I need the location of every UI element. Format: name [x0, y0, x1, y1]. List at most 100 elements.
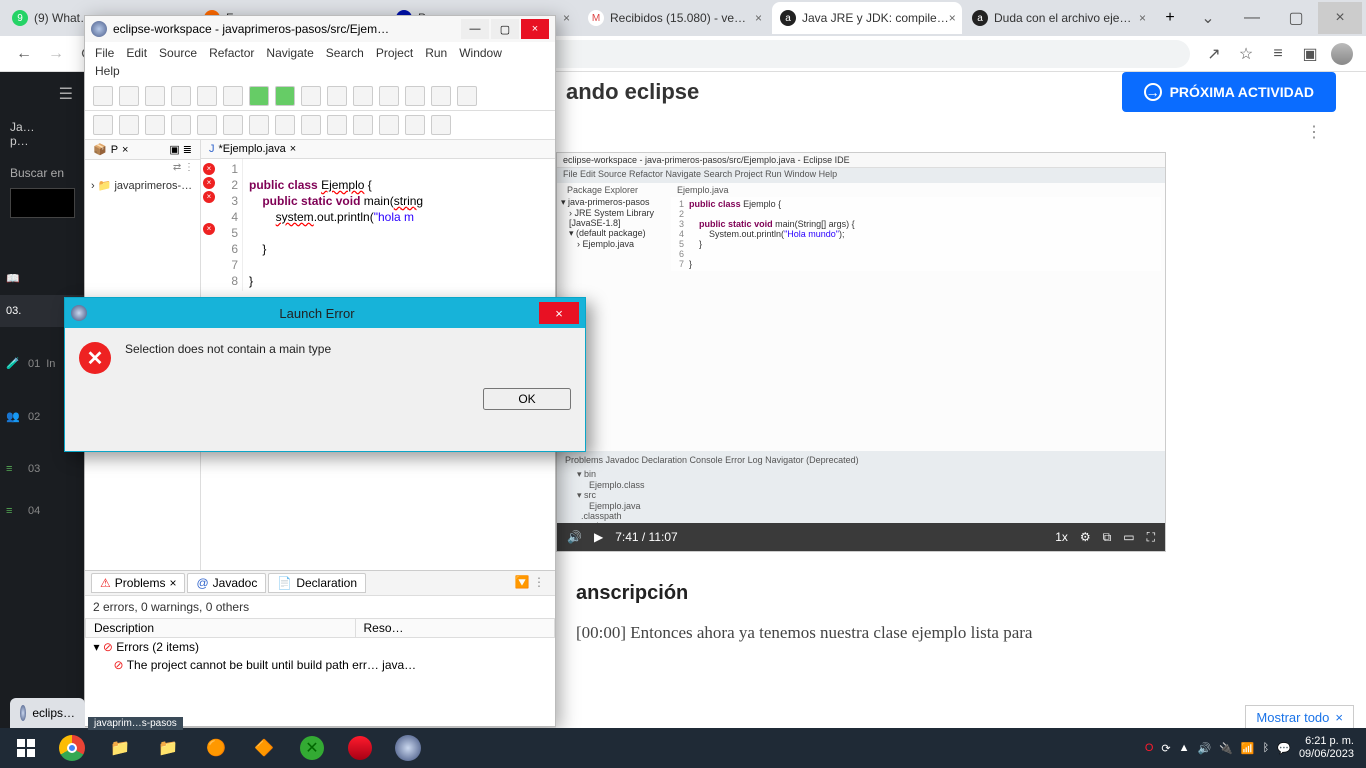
tray-opera-icon[interactable]: O — [1145, 742, 1154, 754]
sidebar-item[interactable]: ≡04 — [0, 495, 85, 527]
tab-close-icon[interactable]: × — [949, 11, 956, 25]
toolbar-button[interactable] — [379, 86, 399, 106]
menu-navigate[interactable]: Navigate — [266, 46, 313, 60]
more-icon[interactable]: ⋮ — [1306, 122, 1326, 152]
menu-source[interactable]: Source — [159, 46, 197, 60]
tab-close-icon[interactable]: × — [755, 11, 762, 25]
toolbar-button[interactable] — [145, 86, 165, 106]
minimize-icon[interactable]: — — [1230, 2, 1274, 34]
col-resource[interactable]: Reso… — [355, 619, 555, 638]
close-icon[interactable]: × — [539, 302, 579, 324]
taskbar-app-eclipse[interactable] — [384, 728, 432, 768]
toolbar-button[interactable] — [119, 86, 139, 106]
sidebar-item[interactable]: 📖 — [0, 262, 85, 295]
eclipse-titlebar[interactable]: eclipse-workspace - javaprimeros-pasos/s… — [85, 16, 555, 42]
taskbar-app-media[interactable]: 🟠 — [192, 728, 240, 768]
toolbar-button[interactable] — [431, 86, 451, 106]
menu-help[interactable]: Help — [95, 64, 120, 78]
chevron-down-icon[interactable]: ⌄ — [1186, 2, 1230, 34]
minimize-icon[interactable]: — — [461, 19, 489, 39]
video-speed[interactable]: 1x — [1055, 530, 1068, 544]
reader-icon[interactable]: ≡ — [1262, 38, 1294, 70]
taskbar-app-explorer2[interactable]: 📁 — [144, 728, 192, 768]
search-input[interactable] — [10, 188, 75, 218]
next-activity-button[interactable]: →PRÓXIMA ACTIVIDAD — [1122, 72, 1336, 112]
fullscreen-icon[interactable]: ⛶ — [1147, 530, 1155, 545]
toolbar-button[interactable] — [249, 86, 269, 106]
menu-refactor[interactable]: Refactor — [209, 46, 254, 60]
side-panel-icon[interactable]: ▣ — [1294, 38, 1326, 70]
toolbar-button[interactable] — [405, 86, 425, 106]
avatar[interactable] — [1326, 38, 1358, 70]
toolbar-button[interactable] — [93, 115, 113, 135]
maximize-icon[interactable]: ▢ — [1274, 2, 1318, 34]
taskbar-app-vlc[interactable]: 🔶 — [240, 728, 288, 768]
toolbar-button[interactable] — [171, 115, 191, 135]
close-icon[interactable]: × — [290, 143, 296, 155]
show-all-button[interactable]: Mostrar todo× — [1245, 705, 1354, 728]
toolbar-button[interactable] — [171, 86, 191, 106]
toolbar-button[interactable] — [93, 86, 113, 106]
tray-up-icon[interactable]: ▲ — [1179, 742, 1190, 754]
play-icon[interactable]: ▶ — [594, 530, 603, 544]
browser-tab-peek[interactable]: eclips… — [10, 698, 85, 728]
settings-icon[interactable]: ⚙ — [1080, 530, 1091, 544]
maximize-icon[interactable]: ▢ — [491, 19, 519, 39]
taskbar-clock[interactable]: 6:21 p. m. 09/06/2023 — [1299, 735, 1354, 761]
pip-icon[interactable]: ⧉ — [1103, 530, 1112, 545]
menu-file[interactable]: File — [95, 46, 114, 60]
tray-notif-icon[interactable]: 💬 — [1277, 742, 1291, 755]
browser-tab-6[interactable]: aDuda con el archivo eje…× — [964, 2, 1154, 34]
editor-tab[interactable]: *Ejemplo.java — [219, 143, 286, 155]
toolbar-button[interactable] — [197, 115, 217, 135]
ok-button[interactable]: OK — [483, 388, 571, 410]
taskbar-app-chrome[interactable] — [48, 728, 96, 768]
tray-battery-icon[interactable]: 🔌 — [1219, 742, 1233, 755]
menu-window[interactable]: Window — [459, 46, 502, 60]
close-icon[interactable]: × — [1318, 2, 1362, 34]
close-icon[interactable]: × — [521, 19, 549, 39]
col-description[interactable]: Description — [86, 619, 356, 638]
toolbar-button[interactable] — [379, 115, 399, 135]
toolbar-button[interactable] — [457, 86, 477, 106]
menu-run[interactable]: Run — [425, 46, 447, 60]
tray-sync-icon[interactable]: ⟳ — [1161, 742, 1170, 755]
tray-wifi-icon[interactable]: 📶 — [1241, 742, 1255, 755]
toolbar-button[interactable] — [301, 86, 321, 106]
toolbar-button[interactable] — [431, 115, 451, 135]
menu-edit[interactable]: Edit — [126, 46, 147, 60]
explorer-tree[interactable]: › 📁 javaprimeros-… — [85, 175, 200, 196]
tray-volume-icon[interactable]: 🔊 — [1198, 742, 1212, 755]
toolbar-button[interactable] — [197, 86, 217, 106]
star-icon[interactable]: ☆ — [1230, 38, 1262, 70]
back-button[interactable]: ← — [8, 38, 40, 70]
toolbar-button[interactable] — [327, 115, 347, 135]
taskbar-app-opera[interactable] — [336, 728, 384, 768]
video-player[interactable]: eclipse-workspace - java-primeros-pasos/… — [556, 152, 1166, 552]
menu-icon[interactable]: ☰ — [0, 72, 85, 116]
toolbar-button[interactable] — [223, 115, 243, 135]
declaration-tab[interactable]: 📄Declaration — [268, 573, 366, 593]
error-group[interactable]: ▾ ⊘ Errors (2 items) — [86, 638, 555, 657]
sidebar-item[interactable]: ≡03 — [0, 453, 85, 485]
close-icon[interactable]: × — [169, 576, 176, 590]
explorer-tab[interactable]: P — [111, 144, 118, 156]
toolbar-button[interactable] — [275, 115, 295, 135]
tray-bluetooth-icon[interactable]: ᛒ — [1263, 742, 1270, 754]
toolbar-button[interactable] — [353, 86, 373, 106]
taskbar-app-x[interactable]: ✕ — [288, 728, 336, 768]
error-row[interactable]: ⊘ The project cannot be built until buil… — [86, 656, 555, 674]
start-button[interactable] — [4, 728, 48, 768]
taskbar-app-explorer[interactable]: 📁 — [96, 728, 144, 768]
browser-tab-5-active[interactable]: aJava JRE y JDK: compile…× — [772, 2, 962, 34]
toolbar-button[interactable] — [145, 115, 165, 135]
close-icon[interactable]: × — [122, 144, 128, 156]
theater-icon[interactable]: ▭ — [1123, 530, 1134, 544]
close-icon[interactable]: × — [1335, 710, 1343, 725]
problems-tab[interactable]: ⚠Problems × — [91, 573, 185, 593]
code-text[interactable]: public class Ejemplo { public static voi… — [243, 159, 429, 291]
menu-project[interactable]: Project — [376, 46, 413, 60]
forward-button[interactable]: → — [40, 38, 72, 70]
toolbar-button[interactable] — [327, 86, 347, 106]
filter-icon[interactable]: 🔽 ⋮ — [511, 573, 549, 593]
